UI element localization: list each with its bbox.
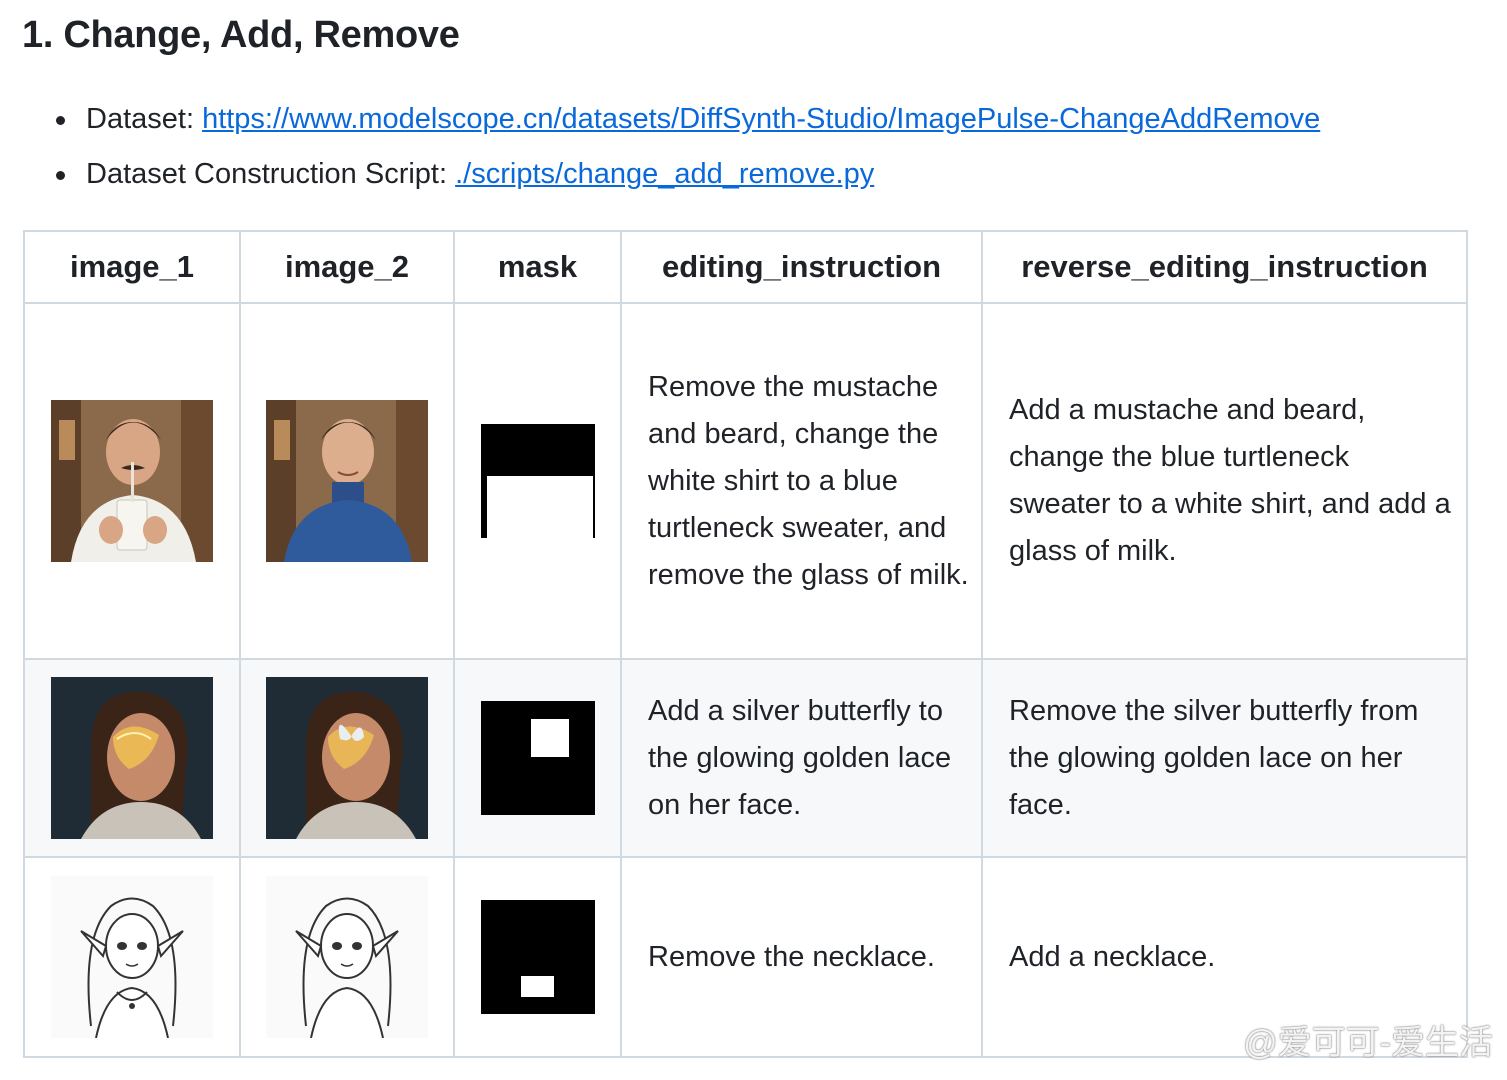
section-heading: 1. Change, Add, Remove <box>22 14 460 56</box>
column-header-mask: mask <box>453 230 622 304</box>
table-row: Add a silver butterfly to the glowing go… <box>23 658 1468 858</box>
dataset-links-list: Dataset: https://www.modelscope.cn/datas… <box>56 98 1320 208</box>
woman-silver-butterfly-image <box>266 677 428 839</box>
table-row: Remove the mustache and beard, change th… <box>23 302 1468 660</box>
editing-instruction-cell: Remove the necklace. <box>620 856 983 1058</box>
watermark: @爱可可-爱生活 <box>1243 1024 1493 1062</box>
editing-instruction-cell: Remove the mustache and beard, change th… <box>620 302 983 660</box>
list-item: Dataset: https://www.modelscope.cn/datas… <box>56 98 1320 153</box>
woman-golden-lace-image <box>51 677 213 839</box>
script-link[interactable]: ./scripts/change_add_remove.py <box>455 158 874 190</box>
column-header-image-2: image_2 <box>239 230 455 304</box>
column-header-image-1: image_1 <box>23 230 241 304</box>
man-in-turtleneck-image <box>266 400 428 562</box>
elf-with-necklace-image <box>51 876 213 1038</box>
mask-image <box>480 900 595 1014</box>
script-label: Dataset Construction Script: <box>86 158 456 190</box>
list-item: Dataset Construction Script: ./scripts/c… <box>56 153 1320 208</box>
reverse-editing-instruction-cell: Add a mustache and beard, change the blu… <box>981 302 1468 660</box>
column-header-reverse-editing-instruction: reverse_editing_instruction <box>981 230 1468 304</box>
mask-image <box>480 424 595 538</box>
editing-instruction-cell: Add a silver butterfly to the glowing go… <box>620 658 983 858</box>
column-header-editing-instruction: editing_instruction <box>620 230 983 304</box>
elf-without-necklace-image <box>266 876 428 1038</box>
mask-image <box>480 701 595 815</box>
dataset-link[interactable]: https://www.modelscope.cn/datasets/DiffS… <box>202 103 1320 135</box>
table-header-row: image_1 image_2 mask editing_instruction… <box>23 230 1468 304</box>
examples-table: image_1 image_2 mask editing_instruction… <box>23 230 1468 1058</box>
man-with-milk-image <box>51 400 213 562</box>
dataset-label: Dataset: <box>86 103 203 135</box>
reverse-editing-instruction-cell: Remove the silver butterfly from the glo… <box>981 658 1468 858</box>
